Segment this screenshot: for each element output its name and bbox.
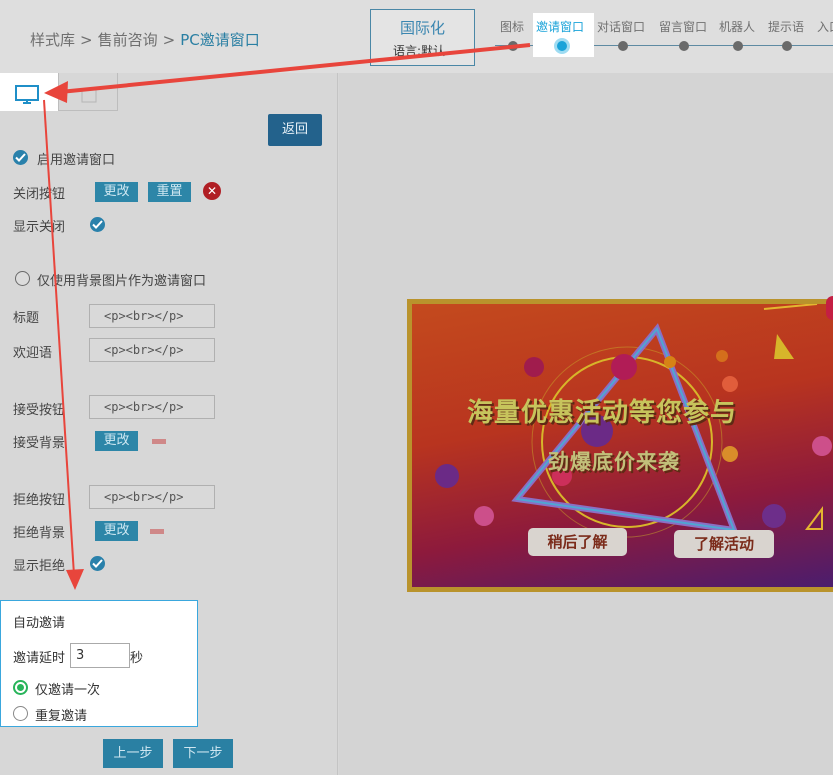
- close-x-icon[interactable]: ✕: [203, 182, 221, 200]
- step-invite-window[interactable]: 邀请窗口: [536, 18, 584, 35]
- step-dot[interactable]: [782, 41, 792, 51]
- reject-bg-change-button[interactable]: 更改: [95, 521, 138, 541]
- accept-bg-label: 接受背景: [13, 436, 66, 451]
- step-dot[interactable]: [618, 41, 628, 51]
- invite-delay-input[interactable]: [70, 643, 130, 668]
- step-entry[interactable]: 入口: [817, 18, 833, 35]
- show-reject-checkbox[interactable]: [90, 556, 105, 571]
- title-label: 标题: [13, 311, 40, 326]
- check-icon: [92, 220, 103, 229]
- accept-button-label: 接受按钮: [13, 403, 66, 418]
- invite-once-label: 仅邀请一次: [35, 683, 101, 698]
- step-dot[interactable]: [733, 41, 743, 51]
- auto-invite-title: 自动邀请: [13, 616, 66, 631]
- i18n-language: 语言:默认: [393, 44, 446, 58]
- learn-activity-button[interactable]: 了解活动: [674, 530, 774, 558]
- show-close-checkbox[interactable]: [90, 217, 105, 232]
- i18n-title: 国际化: [399, 19, 445, 37]
- auto-invite-box: 自动邀请 邀请延时 秒 仅邀请一次 重复邀请: [0, 600, 198, 727]
- reject-bg-preview: [150, 529, 164, 534]
- reject-button-field[interactable]: <p><br></p>: [89, 485, 215, 509]
- red-dot-marker: [826, 296, 833, 320]
- invite-repeat-label: 重复邀请: [35, 709, 88, 724]
- step-icon[interactable]: 图标: [500, 18, 524, 35]
- title-field[interactable]: <p><br></p>: [89, 304, 215, 328]
- invite-window-preview[interactable]: 海量优惠活动等您参与 劲爆底价来袭 稍后了解 了解活动: [407, 299, 833, 592]
- step-chat-window[interactable]: 对话窗口: [597, 18, 645, 35]
- reject-button-label: 拒绝按钮: [13, 493, 66, 508]
- page: 样式库 > 售前咨询 > PC邀请窗口 国际化 语言:默认 图标 邀请窗口 对话窗口 留…: [0, 0, 833, 775]
- close-button-reset[interactable]: 重置: [148, 182, 191, 202]
- check-icon: [92, 559, 103, 568]
- bg-only-radio[interactable]: [15, 271, 30, 286]
- accept-bg-change-button[interactable]: 更改: [95, 431, 138, 451]
- breadcrumb-current: PC邀请窗口: [180, 31, 260, 49]
- mobile-icon: [81, 89, 97, 107]
- step-message-window[interactable]: 留言窗口: [659, 18, 707, 35]
- breadcrumb: 样式库 > 售前咨询 > PC邀请窗口: [30, 29, 260, 50]
- invite-delay-unit: 秒: [130, 651, 144, 666]
- step-dot[interactable]: [508, 41, 518, 51]
- reject-bg-label: 拒绝背景: [13, 526, 66, 541]
- invite-repeat-radio[interactable]: [13, 706, 28, 721]
- accept-button-field[interactable]: <p><br></p>: [89, 395, 215, 419]
- step-prompt[interactable]: 提示语: [768, 18, 804, 35]
- monitor-icon: [15, 85, 39, 109]
- banner-subtitle: 劲爆底价来袭: [548, 450, 680, 474]
- next-step-button[interactable]: 下一步: [173, 739, 233, 768]
- bg-only-label: 仅使用背景图片作为邀请窗口: [37, 274, 207, 289]
- step-progress: 图标 邀请窗口 对话窗口 留言窗口 机器人 提示语 入口: [495, 0, 833, 73]
- welcome-field[interactable]: <p><br></p>: [89, 338, 215, 362]
- prev-step-button[interactable]: 上一步: [103, 739, 163, 768]
- check-icon: [15, 153, 26, 162]
- tab-mobile[interactable]: [58, 73, 118, 111]
- step-robot[interactable]: 机器人: [719, 18, 755, 35]
- close-button-change[interactable]: 更改: [95, 182, 138, 202]
- breadcrumb-item[interactable]: 售前咨询: [98, 31, 158, 49]
- accept-bg-preview: [152, 439, 166, 444]
- breadcrumb-separator: >: [80, 31, 93, 49]
- welcome-label: 欢迎语: [13, 346, 53, 361]
- enable-invite-checkbox[interactable]: [13, 150, 28, 165]
- breadcrumb-item[interactable]: 样式库: [30, 31, 75, 49]
- step-dot-active[interactable]: [554, 38, 570, 54]
- back-button[interactable]: 返回: [268, 114, 322, 146]
- invite-delay-label: 邀请延时: [13, 651, 66, 666]
- close-button-label: 关闭按钮: [13, 187, 66, 202]
- banner-title: 海量优惠活动等您参与: [467, 398, 738, 428]
- enable-invite-label: 启用邀请窗口: [37, 153, 116, 168]
- learn-later-button[interactable]: 稍后了解: [528, 528, 627, 556]
- step-dot[interactable]: [679, 41, 689, 51]
- header: 样式库 > 售前咨询 > PC邀请窗口 国际化 语言:默认 图标 邀请窗口 对话窗口 留…: [0, 0, 833, 73]
- i18n-box[interactable]: 国际化 语言:默认: [370, 9, 475, 66]
- tab-pc[interactable]: [0, 73, 58, 111]
- show-close-label: 显示关闭: [13, 220, 66, 235]
- show-reject-label: 显示拒绝: [13, 559, 66, 574]
- invite-once-radio[interactable]: [13, 680, 28, 695]
- breadcrumb-separator: >: [162, 31, 176, 49]
